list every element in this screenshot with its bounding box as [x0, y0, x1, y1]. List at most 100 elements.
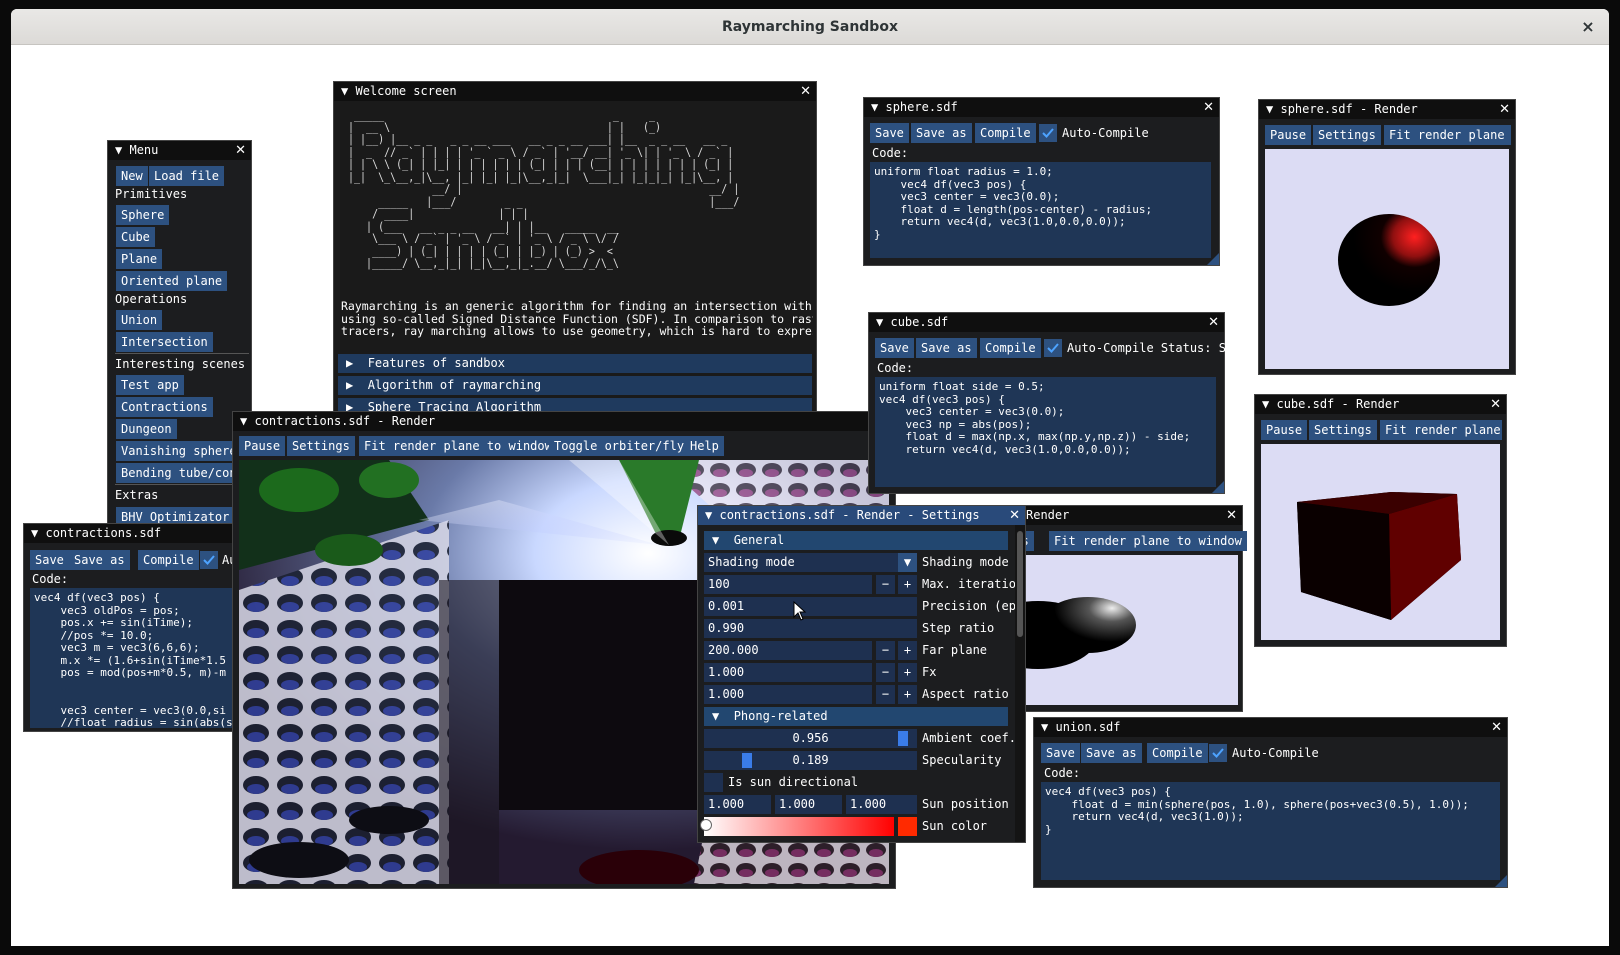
decrement-button[interactable]: − — [876, 663, 895, 682]
close-icon[interactable]: ✕ — [1009, 506, 1020, 525]
sun-color-swatch[interactable] — [898, 817, 917, 836]
collapse-icon[interactable]: ▼ — [876, 315, 883, 329]
cube-render-titlebar[interactable]: ▼ cube.sdf - Render ✕ — [1255, 395, 1506, 414]
cube-viewport[interactable] — [1261, 444, 1500, 640]
contractions-sdf-titlebar[interactable]: ▼ contractions.sdf — [24, 524, 244, 543]
union-sdf-titlebar[interactable]: ▼ union.sdf ✕ — [1034, 718, 1507, 737]
new-button[interactable]: New — [116, 166, 148, 186]
scrollbar[interactable] — [1015, 525, 1025, 842]
collapse-icon[interactable]: ▼ — [871, 100, 878, 114]
color-picker-handle[interactable] — [700, 819, 712, 831]
close-icon[interactable]: ✕ — [1491, 718, 1502, 737]
collapse-icon[interactable]: ▼ — [1266, 102, 1273, 116]
general-header[interactable]: ▼ General — [704, 531, 1008, 550]
algorithm-header[interactable]: ▶ Algorithm of raymarching — [338, 376, 812, 395]
welcome-titlebar[interactable]: ▼ Welcome screen ✕ — [334, 82, 816, 101]
resize-grip[interactable] — [1212, 481, 1224, 493]
collapse-icon[interactable]: ▼ — [115, 143, 122, 157]
contractions-render-titlebar[interactable]: ▼ contractions.sdf - Render✕ — [233, 412, 895, 431]
collapse-icon[interactable]: ▼ — [1262, 397, 1269, 411]
settings-button[interactable]: Settings — [1313, 125, 1381, 145]
fx-input[interactable]: 1.000 — [704, 663, 872, 682]
app-close-icon[interactable]: × — [1577, 9, 1599, 45]
bending-tube-button[interactable]: Bending tube/cone — [116, 463, 249, 483]
sphere-button[interactable]: Sphere — [116, 205, 170, 225]
specularity-slider[interactable]: 0.189 — [704, 751, 917, 770]
close-icon[interactable]: ✕ — [1203, 98, 1214, 117]
code-editor[interactable]: uniform float radius = 1.0; vec4 df(vec3… — [870, 162, 1211, 258]
increment-button[interactable]: + — [898, 575, 917, 594]
pause-button[interactable]: Pause — [1261, 420, 1308, 440]
scrollbar-thumb[interactable] — [1017, 531, 1023, 637]
menu-titlebar[interactable]: ▼ Menu ✕ — [108, 141, 251, 160]
collapse-icon[interactable]: ▼ — [240, 414, 247, 428]
save-button[interactable]: Save — [870, 123, 909, 143]
sun-y-input[interactable]: 1.000 — [775, 795, 842, 814]
sun-x-input[interactable]: 1.000 — [704, 795, 771, 814]
fit-render-plane-button[interactable]: Fit render plane t — [1384, 125, 1511, 145]
slider-grab[interactable] — [898, 731, 908, 746]
precision-input[interactable]: 0.001 — [704, 597, 917, 616]
save-button[interactable]: Save — [30, 550, 69, 570]
help-button[interactable]: Help — [685, 436, 724, 456]
cube-button[interactable]: Cube — [116, 227, 155, 247]
fit-render-plane-button[interactable]: Fit render plane t — [1380, 420, 1502, 440]
oriented-plane-button[interactable]: Oriented plane — [116, 271, 228, 291]
pause-button[interactable]: Pause — [1265, 125, 1312, 145]
settings-button[interactable]: Settings — [1309, 420, 1377, 440]
features-header[interactable]: ▶ Features of sandbox — [338, 354, 812, 373]
settings-button[interactable]: Settings — [287, 436, 355, 456]
close-icon[interactable]: ✕ — [235, 141, 246, 160]
sphere-sdf-titlebar[interactable]: ▼ sphere.sdf ✕ — [864, 98, 1219, 117]
increment-button[interactable]: + — [898, 685, 917, 704]
decrement-button[interactable]: − — [876, 685, 895, 704]
sun-color-picker[interactable] — [700, 817, 894, 836]
close-icon[interactable]: ✕ — [1499, 100, 1510, 119]
save-button[interactable]: Save — [875, 338, 914, 358]
settings-titlebar[interactable]: ▼ contractions.sdf - Render - Settings ✕ — [698, 506, 1025, 525]
far-plane-input[interactable]: 200.000 — [704, 641, 872, 660]
code-editor[interactable]: vec4 df(vec3 pos) { vec3 oldPos = pos; p… — [30, 588, 242, 728]
slider-grab[interactable] — [742, 753, 752, 768]
auto-compile-checkbox[interactable] — [1044, 339, 1062, 357]
save-as-button[interactable]: Save as — [916, 338, 977, 358]
dungeon-button[interactable]: Dungeon — [116, 419, 177, 439]
collapse-icon[interactable]: ▼ — [1041, 720, 1048, 734]
fit-render-plane-button[interactable]: Fit render plane to window — [359, 436, 557, 456]
auto-compile-checkbox[interactable] — [1209, 744, 1227, 762]
test-app-button[interactable]: Test app — [116, 375, 184, 395]
save-as-button[interactable]: Save as — [1081, 743, 1142, 763]
compile-button[interactable]: Compile — [1147, 743, 1208, 763]
save-as-button[interactable]: Save as — [69, 550, 130, 570]
plane-button[interactable]: Plane — [116, 249, 163, 269]
vanishing-spheres-button[interactable]: Vanishing spheres — [116, 441, 249, 461]
toggle-orbiter-button[interactable]: Toggle orbiter/fly — [549, 436, 690, 456]
close-icon[interactable]: ✕ — [1208, 313, 1219, 332]
load-file-button[interactable]: Load file — [149, 166, 225, 186]
ambient-slider[interactable]: 0.956 — [704, 729, 917, 748]
save-as-button[interactable]: Save as — [911, 123, 972, 143]
save-button[interactable]: Save — [1041, 743, 1080, 763]
collapse-icon[interactable]: ▼ — [31, 526, 38, 540]
intersection-button[interactable]: Intersection — [116, 332, 213, 352]
resize-grip[interactable] — [1495, 875, 1507, 887]
sun-z-input[interactable]: 1.000 — [846, 795, 917, 814]
fit-render-plane-button[interactable]: Fit render plane to window — [1049, 531, 1247, 551]
pause-button[interactable]: Pause — [239, 436, 286, 456]
decrement-button[interactable]: − — [876, 641, 895, 660]
chevron-down-icon[interactable]: ▼ — [898, 553, 917, 572]
aspect-ratio-input[interactable]: 1.000 — [704, 685, 872, 704]
code-editor[interactable]: vec4 df(vec3 pos) { float d = min(sphere… — [1041, 782, 1500, 880]
decrement-button[interactable]: − — [876, 575, 895, 594]
sphere-render-titlebar[interactable]: ▼ sphere.sdf - Render ✕ — [1259, 100, 1515, 119]
compile-button[interactable]: Compile — [980, 338, 1041, 358]
compile-button[interactable]: Compile — [975, 123, 1036, 143]
code-editor[interactable]: uniform float side = 0.5; vec4 df(vec3 p… — [875, 377, 1216, 487]
resize-grip[interactable] — [1207, 253, 1219, 265]
cube-sdf-titlebar[interactable]: ▼ cube.sdf ✕ — [869, 313, 1224, 332]
close-icon[interactable]: ✕ — [1490, 395, 1501, 414]
increment-button[interactable]: + — [898, 641, 917, 660]
increment-button[interactable]: + — [898, 663, 917, 682]
compile-button[interactable]: Compile — [138, 550, 199, 570]
close-icon[interactable]: ✕ — [1226, 506, 1237, 525]
